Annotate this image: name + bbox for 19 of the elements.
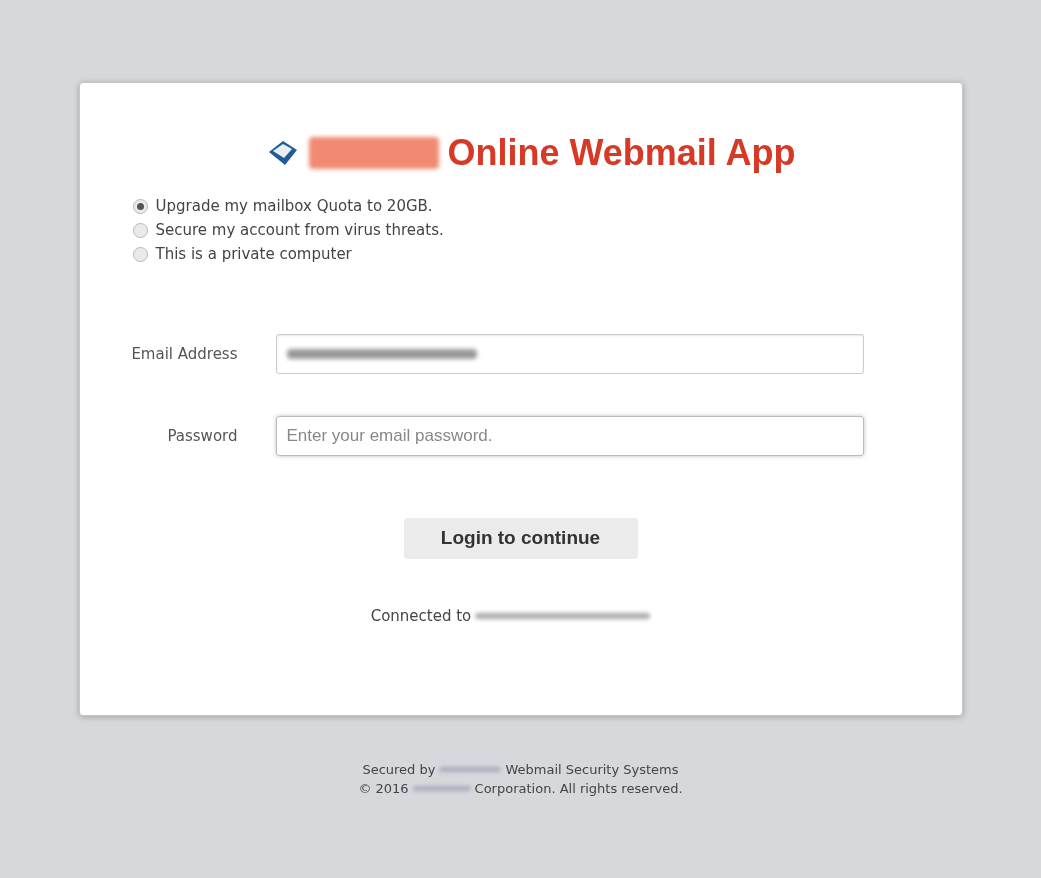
field-label: Email Address (130, 343, 239, 365)
option-label: This is a private computer (155, 245, 352, 264)
app-title: Online Webmail App (447, 135, 796, 171)
footer-text: © 2016 (358, 780, 409, 798)
password-field[interactable]: Enter your email password. (275, 416, 864, 456)
radio-button[interactable] (132, 223, 148, 238)
radio-button[interactable] (132, 247, 148, 262)
footer-text: Corporation. All rights reserved. (474, 780, 683, 798)
option-label: Secure my account from virus threats. (155, 221, 444, 240)
connection-text: Connected to (370, 606, 472, 627)
footer-text: Secured by (362, 761, 436, 779)
redacted-block (412, 786, 471, 791)
option-label: Upgrade my mailbox Quota to 20GB. (155, 197, 433, 216)
radio-button[interactable] (132, 199, 148, 214)
redacted-block (439, 767, 502, 772)
login-button[interactable]: Login to continue (403, 518, 638, 559)
field-label: Password (166, 425, 239, 447)
email-field[interactable] (275, 334, 864, 374)
footer-text: Webmail Security Systems (505, 761, 679, 779)
